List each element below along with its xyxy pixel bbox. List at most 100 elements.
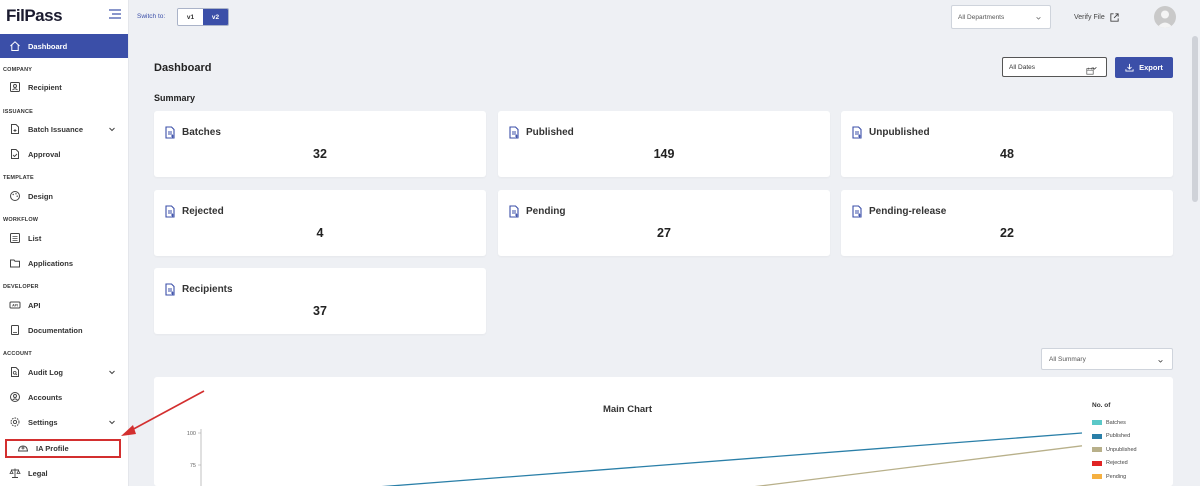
legend-label: Batches — [1106, 419, 1126, 426]
document-icon — [165, 283, 175, 296]
list-icon — [10, 233, 20, 243]
document-icon — [852, 205, 862, 218]
version-v2-button[interactable]: v2 — [203, 9, 228, 25]
sidebar-item-legal[interactable]: Legal — [0, 461, 128, 485]
chart-legend: No. of Batches Published Unpublished Reject… — [1092, 402, 1137, 484]
stat-card[interactable]: Batches 32 — [154, 111, 486, 177]
stat-card-label: Pending-release — [869, 206, 947, 217]
main-chart-plot: 10075 — [187, 429, 1083, 486]
date-filter-value: All Dates — [1009, 63, 1036, 71]
section-account: ACCOUNT — [3, 351, 32, 357]
stat-card-label: Recipients — [182, 284, 233, 295]
sidebar-item-label: Design — [28, 191, 54, 201]
stat-card-value: 27 — [657, 226, 671, 240]
page-title: Dashboard — [154, 62, 212, 74]
legend-item[interactable]: Unpublished — [1092, 443, 1137, 457]
folder-icon — [10, 259, 20, 268]
legend-item[interactable]: Pending — [1092, 470, 1137, 484]
sidebar-item-list[interactable]: List — [0, 226, 128, 250]
version-v1-button[interactable]: v1 — [178, 9, 203, 25]
sidebar-item-documentation[interactable]: Documentation — [0, 318, 128, 342]
stat-card-label: Rejected — [182, 206, 224, 217]
verify-file-link[interactable]: Verify File — [1074, 12, 1120, 23]
stat-card[interactable]: Pending-release 22 — [841, 190, 1173, 256]
api-icon: API — [9, 301, 21, 309]
stat-card-title: Rejected — [164, 205, 224, 218]
date-filter-select[interactable]: All Dates — [1002, 57, 1107, 77]
legend-label: Pending — [1106, 473, 1127, 480]
stat-card-value: 4 — [316, 226, 324, 240]
contact-card-icon — [10, 82, 20, 92]
gear-icon — [10, 417, 20, 427]
legend-item[interactable]: Batches — [1092, 416, 1137, 430]
sidebar-item-design[interactable]: Design — [0, 184, 128, 208]
sidebar-item-label: List — [28, 233, 42, 243]
stat-card-label: Published — [526, 127, 574, 138]
sidebar: FilPass Dashboard COMPANY Recipient ISSU… — [0, 0, 129, 486]
legend-swatch — [1092, 420, 1102, 426]
y-tick-label: 75 — [190, 463, 196, 469]
sidebar-item-approval[interactable]: Approval — [0, 142, 128, 166]
stat-card-title: Published — [508, 126, 574, 139]
version-switch: v1 v2 — [177, 8, 229, 26]
summary-filter-value: All Summary — [1049, 355, 1086, 363]
chevron-down-icon — [109, 370, 115, 375]
stat-card[interactable]: Rejected 4 — [154, 190, 486, 256]
department-select[interactable]: All Departments — [951, 5, 1051, 29]
sidebar-item-label: API — [28, 300, 41, 310]
verify-file-label: Verify File — [1074, 14, 1105, 21]
stat-card-label: Unpublished — [869, 127, 930, 138]
stat-card[interactable]: Recipients 37 — [154, 268, 486, 334]
legend-swatch — [1092, 474, 1102, 480]
document-search-icon — [11, 367, 19, 377]
stat-card-title: Pending — [508, 205, 565, 218]
user-circle-icon — [10, 392, 20, 402]
document-icon — [509, 205, 519, 218]
sidebar-item-label: Legal — [28, 468, 48, 478]
annotation-highlight-box — [5, 439, 121, 458]
sidebar-item-dashboard[interactable]: Dashboard — [0, 34, 128, 58]
sidebar-item-recipient[interactable]: Recipient — [0, 75, 128, 99]
scales-icon — [9, 468, 21, 478]
sidebar-item-audit-log[interactable]: Audit Log — [0, 360, 128, 384]
collapse-menu-icon[interactable] — [109, 9, 121, 19]
user-icon — [1157, 10, 1173, 28]
legend-swatch — [1092, 433, 1102, 439]
section-issuance: ISSUANCE — [3, 109, 34, 115]
sidebar-item-label: Accounts — [28, 392, 63, 402]
top-bar: Switch to: v1 v2 All Departments Verify … — [129, 0, 1200, 36]
stat-card[interactable]: Published 149 — [498, 111, 830, 177]
sidebar-item-label: Documentation — [28, 325, 83, 335]
legend-title: No. of — [1092, 402, 1111, 409]
sidebar-item-settings[interactable]: Settings — [0, 410, 128, 434]
summary-filter-select[interactable]: All Summary — [1041, 348, 1173, 370]
sidebar-item-label: Applications — [28, 258, 74, 268]
stat-card-value: 37 — [313, 304, 327, 318]
user-avatar[interactable] — [1154, 6, 1176, 28]
sidebar-item-batch-issuance[interactable]: Batch Issuance — [0, 117, 128, 141]
stat-card[interactable]: Pending 27 — [498, 190, 830, 256]
switch-label: Switch to: — [137, 13, 166, 20]
legend-item[interactable]: Published — [1092, 430, 1137, 444]
summary-heading: Summary — [154, 93, 196, 103]
document-check-icon — [11, 149, 19, 159]
sidebar-item-api[interactable]: API API — [0, 293, 128, 317]
external-link-icon — [1110, 13, 1119, 22]
export-button[interactable]: Export — [1115, 57, 1173, 78]
legend-item[interactable]: Rejected — [1092, 457, 1137, 471]
palette-icon — [10, 191, 20, 201]
section-developer: DEVELOPER — [3, 284, 39, 290]
sidebar-item-label: Settings — [28, 417, 58, 427]
sidebar-item-accounts[interactable]: Accounts — [0, 385, 128, 409]
page-scrollbar[interactable] — [1192, 36, 1198, 202]
stat-card[interactable]: Unpublished 48 — [841, 111, 1173, 177]
document-icon — [165, 126, 175, 139]
legend-label: Unpublished — [1106, 446, 1137, 453]
home-icon — [10, 41, 20, 51]
export-label: Export — [1139, 63, 1163, 72]
chevron-down-icon — [109, 127, 115, 132]
stat-card-label: Pending — [526, 206, 566, 217]
legend-swatch — [1092, 460, 1102, 466]
sidebar-item-applications[interactable]: Applications — [0, 251, 128, 275]
stat-card-value: 22 — [1000, 226, 1014, 240]
